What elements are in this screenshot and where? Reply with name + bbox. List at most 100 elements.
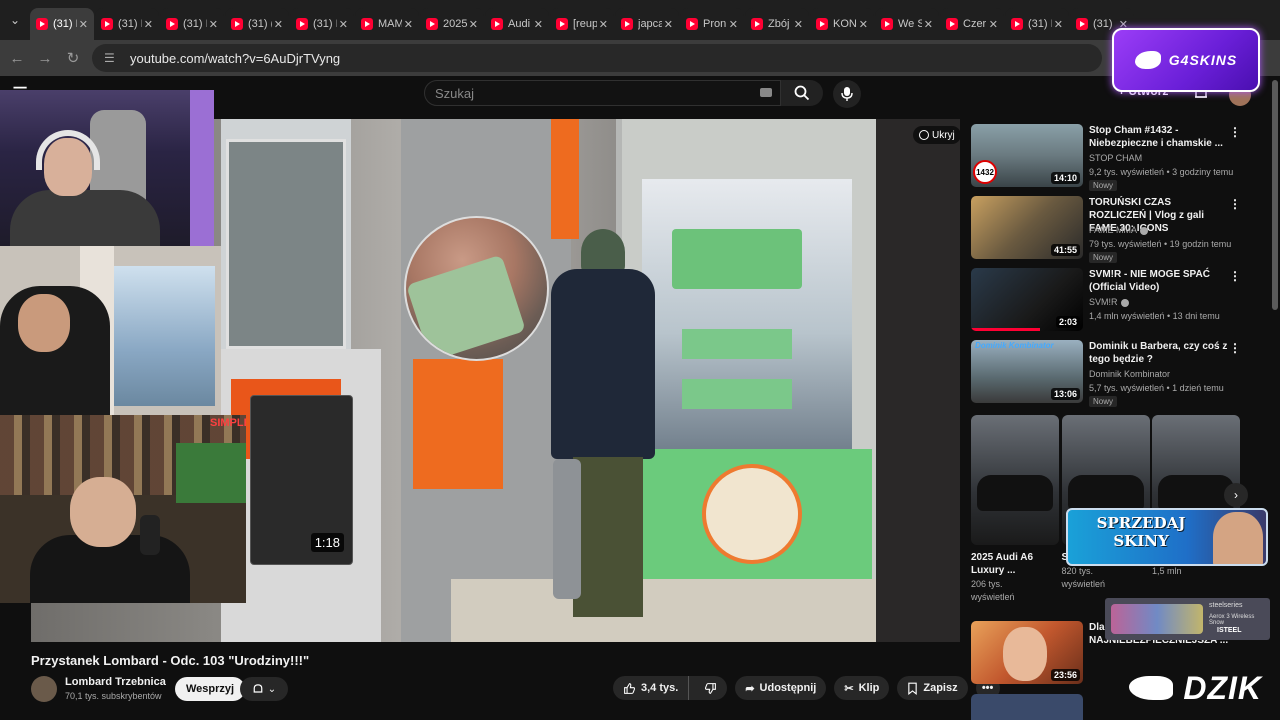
voice-search-button[interactable] <box>833 80 861 108</box>
youtube-favicon-icon <box>1076 18 1088 30</box>
site-info-icon[interactable]: ☰ <box>104 51 118 65</box>
forward-icon[interactable]: → <box>34 50 56 67</box>
youtube-favicon-icon <box>1011 18 1023 30</box>
join-button[interactable]: Wesprzyj <box>175 677 246 701</box>
browser-tab[interactable]: MAM ✕ <box>355 8 419 40</box>
close-tab-icon[interactable]: ✕ <box>664 18 673 31</box>
recommendation-item[interactable]: Dominik Kombinator 13:06 Dominik u Barbera… <box>971 340 1246 407</box>
close-tab-icon[interactable]: ✕ <box>599 18 608 31</box>
channel-name[interactable]: SVM!R <box>1089 297 1129 307</box>
browser-tab[interactable]: (31) I ✕ <box>160 8 224 40</box>
close-tab-icon[interactable]: ✕ <box>534 18 543 31</box>
video-preview-popup: 1:18 <box>250 395 353 565</box>
browser-tab[interactable]: japca ✕ <box>615 8 679 40</box>
short-video-card[interactable]: 2025 Audi A6 Luxury ... 206 tys. wyświetle… <box>971 415 1059 603</box>
back-icon[interactable]: ← <box>6 50 28 67</box>
boar-logo-icon <box>1129 676 1174 700</box>
video-thumbnail[interactable]: 23:56 <box>971 621 1083 684</box>
youtube-favicon-icon <box>491 18 503 30</box>
video-scene-customer <box>543 229 655 639</box>
subscription-bell-button[interactable]: ⌄ <box>240 677 288 701</box>
browser-tab[interactable]: (31) I ✕ <box>30 8 94 40</box>
channel-name[interactable]: FAME MMA <box>1089 225 1149 235</box>
hide-button[interactable]: Ukryj <box>913 126 960 144</box>
youtube-favicon-icon <box>556 18 568 30</box>
keyboard-icon[interactable] <box>760 88 772 97</box>
omnibox[interactable]: ☰ youtube.com/watch?v=6AuDjrTVyng <box>92 44 1102 72</box>
browser-tab[interactable]: Czer ✕ <box>940 8 1004 40</box>
banner-character <box>1213 512 1263 564</box>
browser-tab[interactable]: We S ✕ <box>875 8 939 40</box>
recommendation-thumbnail-partial[interactable] <box>971 694 1083 720</box>
dislike-button[interactable] <box>694 676 727 700</box>
video-scene-display-case <box>226 139 346 349</box>
share-button[interactable]: ➦ Udostępnij <box>735 676 827 700</box>
browser-tab[interactable]: Pron ✕ <box>680 8 744 40</box>
more-vertical-icon[interactable]: ⋮ <box>1229 341 1241 355</box>
close-tab-icon[interactable]: ✕ <box>144 18 153 31</box>
clip-button[interactable]: ✂ Klip <box>834 676 890 700</box>
short-title[interactable]: 2025 Audi A6 Luxury ... <box>971 551 1059 577</box>
close-tab-icon[interactable]: ✕ <box>924 18 933 31</box>
search-input[interactable]: Szukaj <box>424 80 781 106</box>
like-button[interactable]: 3,4 tys. <box>613 676 690 700</box>
close-tab-icon[interactable]: ✕ <box>404 18 413 31</box>
close-tab-icon[interactable]: ✕ <box>469 18 478 31</box>
tab-search-dropdown-icon[interactable]: ⌄ <box>4 9 26 31</box>
channel-name[interactable]: STOP CHAM <box>1089 153 1142 163</box>
more-vertical-icon[interactable]: ⋮ <box>1229 125 1241 139</box>
close-tab-icon[interactable]: ✕ <box>859 18 868 31</box>
browser-tab[interactable]: (31) (✕ <box>225 8 289 40</box>
short-views: 820 tys. <box>1061 566 1094 576</box>
channel-avatar[interactable] <box>31 676 57 702</box>
recommendation-item[interactable]: 41:55 TORUŃSKI CZAS ROZLICZEŃ | Vlog z ga… <box>971 196 1246 263</box>
browser-tab[interactable]: 2025 ✕ <box>420 8 484 40</box>
cam-logo: SIMPLE <box>210 417 246 429</box>
more-vertical-icon[interactable]: ⋮ <box>1229 269 1241 283</box>
close-tab-icon[interactable]: ✕ <box>79 18 88 31</box>
tab-title: (31) I <box>1028 18 1052 30</box>
video-meta: 9,2 tys. wyświetleń • 3 godziny temu <box>1089 167 1234 177</box>
browser-tab[interactable]: (31) I ✕ <box>95 8 159 40</box>
video-thumbnail[interactable]: Dominik Kombinator 13:06 <box>971 340 1083 403</box>
youtube-favicon-icon <box>621 18 633 30</box>
save-button[interactable]: Zapisz <box>897 676 968 700</box>
youtube-favicon-icon <box>946 18 958 30</box>
close-tab-icon[interactable]: ✕ <box>1054 18 1063 31</box>
video-thumbnail[interactable]: 2:03 <box>971 268 1083 331</box>
browser-tab[interactable]: [reup ✕ <box>550 8 614 40</box>
video-thumbnail[interactable]: 41:55 <box>971 196 1083 259</box>
recommendation-item[interactable]: 2:03 SVM!R - NIE MOGE SPAĆ (Official Vide… <box>971 268 1246 334</box>
channel-name[interactable]: Dominik Kombinator <box>1089 369 1170 379</box>
more-vertical-icon[interactable]: ⋮ <box>1229 197 1241 211</box>
recommendation-item[interactable]: 1432 14:10 Stop Cham #1432 - Niebezpieczne… <box>971 124 1246 191</box>
shelf-next-button[interactable]: › <box>1224 483 1248 507</box>
browser-tab[interactable]: Audi ✕ <box>485 8 549 40</box>
reload-icon[interactable]: ↻ <box>62 49 84 67</box>
sell-line-2: SKINY <box>1113 532 1169 550</box>
ad-product: Aerox 3 Wireless Snow <box>1209 614 1255 626</box>
close-tab-icon[interactable]: ✕ <box>339 18 348 31</box>
browser-tab[interactable]: (31) I ✕ <box>290 8 354 40</box>
search-button[interactable] <box>781 80 823 106</box>
close-tab-icon[interactable]: ✕ <box>274 18 283 31</box>
tab-title: (31) I <box>313 18 337 30</box>
youtube-favicon-icon <box>166 18 178 30</box>
video-title[interactable]: SVM!R - NIE MOGE SPAĆ (Official Video) <box>1089 268 1229 294</box>
video-thumbnail[interactable]: 1432 14:10 <box>971 124 1083 187</box>
video-title[interactable]: Stop Cham #1432 - Niebezpieczne i chamsk… <box>1089 124 1229 150</box>
share-label: Udostępnij <box>759 682 817 694</box>
page-scrollbar[interactable] <box>1272 80 1278 310</box>
browser-tab[interactable]: (31) I ✕ <box>1005 8 1069 40</box>
channel-name-text: STOP CHAM <box>1089 153 1143 163</box>
close-tab-icon[interactable]: ✕ <box>989 18 998 31</box>
video-title[interactable]: Dominik u Barbera, czy coś z tego będzie… <box>1089 340 1229 366</box>
close-tab-icon[interactable]: ✕ <box>794 18 803 31</box>
short-thumbnail[interactable] <box>971 415 1059 545</box>
channel-name[interactable]: Lombard Trzebnica <box>65 676 166 688</box>
close-tab-icon[interactable]: ✕ <box>209 18 218 31</box>
close-tab-icon[interactable]: ✕ <box>729 18 738 31</box>
dzik-text: DZIK <box>1183 669 1262 706</box>
browser-tab[interactable]: KON ✕ <box>810 8 874 40</box>
browser-tab[interactable]: Zbój ✕ <box>745 8 809 40</box>
